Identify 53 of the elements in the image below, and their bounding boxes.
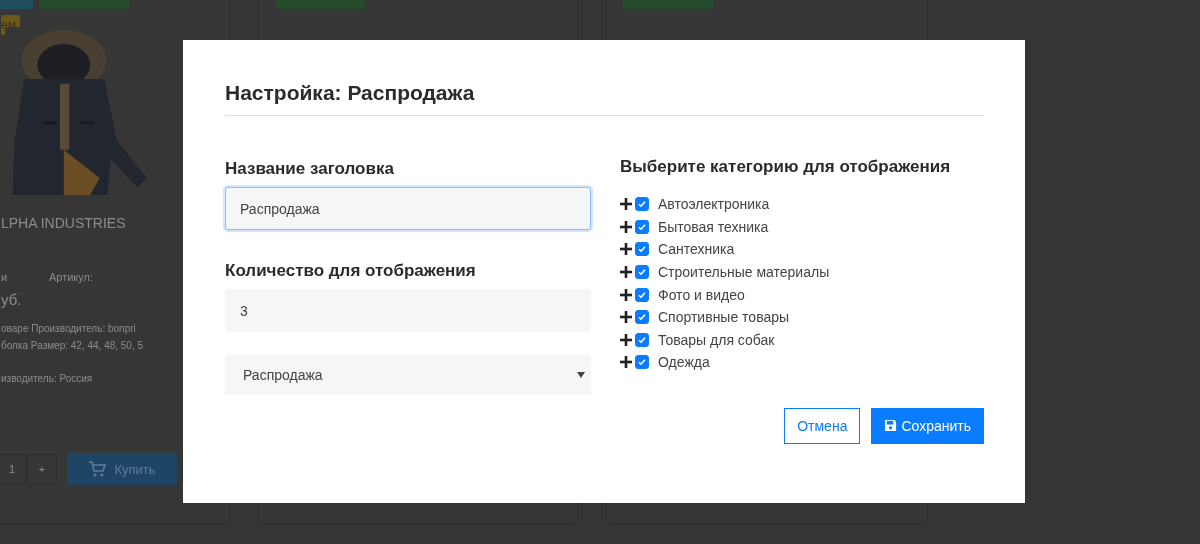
plus-button[interactable]: + [27, 454, 57, 484]
plus-icon[interactable] [620, 356, 632, 369]
price: уб. [1, 291, 23, 308]
product-detail: изводитель: Россия [1, 372, 94, 386]
check-icon [637, 357, 647, 368]
product-title: LPHA INDUSTRIES [1, 215, 127, 231]
cart-icon [88, 460, 107, 478]
cancel-button[interactable]: Отмена [784, 407, 861, 444]
product-detail: оваре Производитель: bonpri [1, 322, 137, 336]
plus-icon[interactable] [620, 311, 632, 324]
plus-icon[interactable] [620, 220, 632, 233]
check-icon [637, 199, 647, 210]
plus-icon[interactable] [620, 266, 632, 279]
modal-title: Настройка: Распродажа [225, 80, 476, 106]
checkbox[interactable] [635, 310, 649, 325]
plus-icon[interactable] [620, 198, 632, 211]
category-label[interactable]: Товары для собак [658, 331, 775, 348]
check-icon [637, 334, 647, 345]
quantity-field[interactable]: 1 [0, 454, 27, 484]
product-detail: болка Размер: 42, 44, 48, 50, 5 [1, 339, 145, 353]
category-label[interactable]: Спортивные товары [658, 309, 790, 326]
check-icon [637, 289, 647, 300]
floppy-icon [884, 419, 898, 433]
category-label[interactable]: Сантехника [658, 241, 735, 258]
checkbox[interactable] [635, 265, 649, 280]
plus-icon[interactable] [620, 243, 632, 256]
section-heading: Выберите категорию для отображения [620, 157, 952, 177]
caret-icon [577, 372, 585, 378]
checkbox[interactable] [635, 355, 649, 370]
product-meta: и [1, 271, 8, 283]
article-label: Артикул: [48, 271, 93, 283]
select-field[interactable]: Распродажа [225, 355, 591, 395]
checkbox[interactable] [635, 287, 649, 302]
count-input[interactable]: 3 [225, 289, 591, 332]
field-label: Количество для отображения [225, 261, 477, 281]
checkbox[interactable] [635, 242, 649, 257]
field-label: Название заголовка [225, 159, 395, 179]
check-icon [637, 267, 647, 278]
checkbox[interactable] [635, 197, 649, 212]
title-input[interactable]: Распродажа [225, 187, 591, 230]
check-icon [637, 312, 647, 323]
category-label[interactable]: Фото и видео [658, 286, 745, 303]
checkbox[interactable] [635, 332, 649, 347]
checkbox[interactable] [635, 219, 649, 234]
category-label[interactable]: Бытовая техника [658, 218, 769, 235]
category-label[interactable]: Одежда [658, 354, 710, 371]
category-label[interactable]: Строительные материалы [658, 264, 830, 281]
category-label[interactable]: Автоэлектроника [658, 196, 770, 213]
check-icon [637, 244, 647, 255]
save-button[interactable]: Сохранить [871, 407, 984, 444]
plus-icon[interactable] [620, 288, 632, 301]
plus-icon[interactable] [620, 333, 632, 346]
check-icon [637, 221, 647, 232]
